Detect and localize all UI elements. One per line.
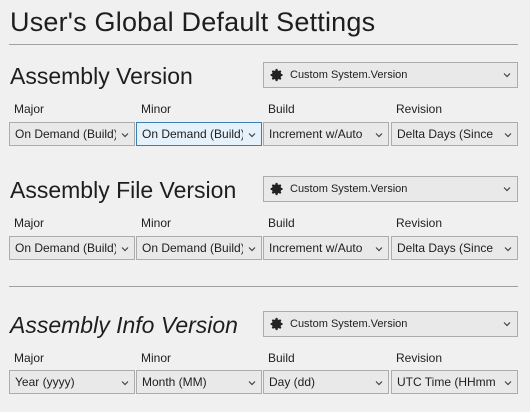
preset-label: Custom System.Version [290,69,408,81]
gear-icon [270,317,283,331]
column-label-major: Major [14,351,45,365]
revision-select[interactable]: UTC Time (HHmm [391,370,518,394]
minor-select[interactable]: Month (MM) [136,370,262,394]
preset-dropdown[interactable]: Custom System.Version [263,176,518,202]
column-label-major: Major [14,216,45,230]
chevron-down-icon [248,133,256,138]
revision-select-value: Delta Days (Since [397,241,494,255]
minor-select[interactable]: On Demand (Build) [136,236,262,260]
column-label-revision: Revision [396,102,443,116]
chevron-down-icon [121,381,129,386]
chevron-down-icon [504,247,512,252]
revision-select[interactable]: Delta Days (Since [391,236,518,260]
column-label-minor: Minor [141,216,172,230]
section-title: Assembly Info Version [10,312,238,338]
minor-select[interactable]: On Demand (Build) [136,122,262,146]
build-select-value: Increment w/Auto [269,127,363,141]
chevron-down-icon [248,247,256,252]
chevron-down-icon [504,381,512,386]
major-select[interactable]: Year (yyyy) [9,370,135,394]
minor-select-value: Month (MM) [142,375,207,389]
column-label-major: Major [14,102,45,116]
column-label-minor: Minor [141,351,172,365]
column-label-build: Build [268,102,295,116]
gear-icon [270,182,283,196]
minor-select-value: On Demand (Build) [142,127,243,141]
section-title: Assembly File Version [10,177,237,203]
build-select[interactable]: Increment w/Auto [263,122,389,146]
major-select-value: On Demand (Build) [15,241,116,255]
section-divider [9,286,518,287]
chevron-down-icon [503,187,511,192]
major-select[interactable]: On Demand (Build) [9,122,135,146]
section-title: Assembly Version [10,63,193,89]
chevron-down-icon [504,133,512,138]
title-divider [9,44,518,45]
column-label-build: Build [268,216,295,230]
chevron-down-icon [375,247,383,252]
gear-icon [270,68,283,82]
major-select[interactable]: On Demand (Build) [9,236,135,260]
preset-label: Custom System.Version [290,183,408,195]
preset-dropdown[interactable]: Custom System.Version [263,311,518,337]
column-label-minor: Minor [141,102,172,116]
build-select[interactable]: Increment w/Auto [263,236,389,260]
build-select-value: Day (dd) [269,375,316,389]
page-title: User's Global Default Settings [10,7,376,37]
revision-select-value: Delta Days (Since [397,127,494,141]
chevron-down-icon [248,381,256,386]
preset-label: Custom System.Version [290,318,408,330]
preset-dropdown[interactable]: Custom System.Version [263,62,518,88]
build-select-value: Increment w/Auto [269,241,363,255]
column-label-revision: Revision [396,216,443,230]
column-label-build: Build [268,351,295,365]
chevron-down-icon [503,73,511,78]
revision-select[interactable]: Delta Days (Since [391,122,518,146]
chevron-down-icon [503,322,511,327]
chevron-down-icon [121,247,129,252]
major-select-value: Year (yyyy) [15,375,75,389]
chevron-down-icon [375,133,383,138]
major-select-value: On Demand (Build) [15,127,116,141]
revision-select-value: UTC Time (HHmm [397,375,496,389]
build-select[interactable]: Day (dd) [263,370,389,394]
chevron-down-icon [121,133,129,138]
minor-select-value: On Demand (Build) [142,241,243,255]
chevron-down-icon [375,381,383,386]
column-label-revision: Revision [396,351,443,365]
